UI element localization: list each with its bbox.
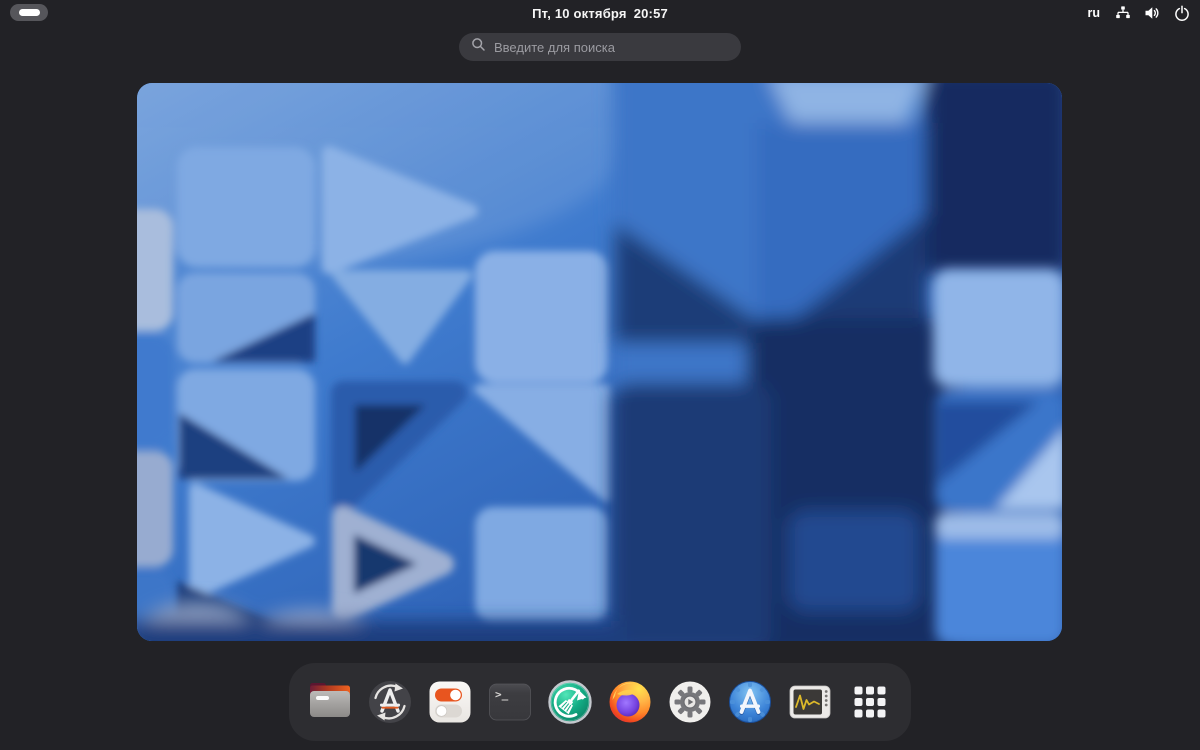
quick-settings[interactable]: ru (1088, 0, 1191, 26)
workspace-preview[interactable] (137, 83, 1062, 641)
toggles-settings-icon[interactable] (427, 679, 473, 725)
app-grid-icon[interactable] (847, 679, 893, 725)
keyboard-layout-label[interactable]: ru (1088, 6, 1101, 20)
system-cleaner-icon[interactable] (547, 679, 593, 725)
wallpaper-image (137, 83, 1062, 641)
search-input[interactable] (494, 39, 729, 55)
search-icon (471, 37, 486, 57)
top-bar: Пт, 10 октября 20:57 ru (0, 0, 1200, 26)
clock-button[interactable]: Пт, 10 октября 20:57 (0, 0, 1200, 26)
system-monitor-icon[interactable] (787, 679, 833, 725)
dock: >_ (289, 663, 911, 741)
date-label: Пт, 10 октября (532, 5, 627, 21)
astra-app-icon[interactable] (727, 679, 773, 725)
firefox-icon[interactable] (607, 679, 653, 725)
volume-icon[interactable] (1144, 5, 1161, 21)
power-icon[interactable] (1174, 5, 1190, 21)
software-update-icon[interactable] (367, 679, 413, 725)
terminal-icon[interactable]: >_ (487, 679, 533, 725)
settings-gear-icon[interactable] (667, 679, 713, 725)
network-wired-icon[interactable] (1115, 5, 1131, 21)
time-label: 20:57 (633, 5, 668, 21)
svg-text:>_: >_ (495, 688, 509, 701)
search-bar[interactable] (459, 33, 741, 61)
files-icon[interactable] (307, 679, 353, 725)
